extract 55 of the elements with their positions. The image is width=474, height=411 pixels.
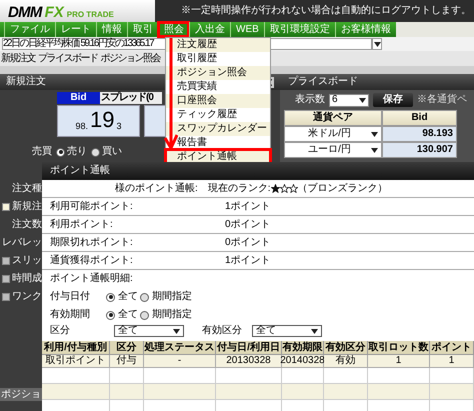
summary-label: 利用ポイント: <box>50 220 114 230</box>
summary-value: 0ポイント <box>225 220 271 230</box>
filter-label: 区分 <box>50 326 71 336</box>
rank-label: 現在のランク: <box>208 184 271 194</box>
table-cell: 1 <box>430 355 474 368</box>
field-label: 時間成 <box>12 274 42 284</box>
column-header: 有効区分 <box>324 341 368 355</box>
bid-cell: 98.193 <box>382 126 457 142</box>
column-header: ポイント <box>430 341 474 355</box>
detail-label: ポイント通帳明細: <box>50 274 133 284</box>
side-label: 売買 <box>32 147 52 157</box>
field-label: ワンク <box>12 292 42 302</box>
summary-label: 通貨獲得ポイント: <box>50 256 134 266</box>
logo-text: DMM <box>8 5 42 20</box>
summary-value: 1ポイント <box>225 202 271 212</box>
field-label: レバレッ <box>2 238 42 248</box>
display-count-label: 表示数 <box>295 95 325 105</box>
column-header: Bid <box>382 110 457 126</box>
field-label: スリッ <box>12 256 42 266</box>
table-cell: 20140328 <box>282 355 324 368</box>
rank-name: （ブロンズランク） <box>298 184 388 194</box>
column-header: 利用/付与種別 <box>42 341 110 355</box>
panel-title: 新規注文 <box>6 77 46 87</box>
owner-label: 様のポイント通帳: <box>115 184 198 194</box>
column-header: 通貨ペア <box>284 110 382 126</box>
spread-header: スプレッド(0 <box>100 92 162 104</box>
table-cell: 20130328 <box>216 355 282 368</box>
column-header: 付与日/利用日 <box>216 341 282 355</box>
filter-label: 付与日付 <box>50 292 91 302</box>
logout-notice: ※一定時間操作が行われない場合は自動的にログアウトします。 <box>181 6 471 16</box>
bid-cell: 130.907 <box>382 142 457 158</box>
filter-label: 有効区分 <box>201 326 243 336</box>
logo-subtitle: PRO TRADE <box>66 11 114 20</box>
summary-value: 0ポイント <box>225 238 271 248</box>
table-cell: 付与 <box>110 355 144 368</box>
table-cell: 有効 <box>324 355 368 368</box>
summary-label: 利用可能ポイント: <box>50 202 134 212</box>
board-note: ※各通貨ペ <box>417 95 467 105</box>
field-label: 注文種 <box>12 184 42 194</box>
bid-header: Bid <box>57 92 100 104</box>
table-cell: 1 <box>368 355 430 368</box>
panel-title: プライスボード <box>288 77 358 87</box>
column-header: 有効期限 <box>282 341 324 355</box>
summary-label: 期限切れポイント: <box>50 238 134 248</box>
dialog-title: ポイント通帳 <box>50 166 110 176</box>
column-header: 区分 <box>110 341 144 355</box>
column-header: 取引ロット数 <box>368 341 430 355</box>
logo-text: FX <box>44 5 64 20</box>
summary-value: 1ポイント <box>225 256 271 266</box>
table-cell: - <box>144 355 216 368</box>
column-header: 処理ステータス <box>144 341 216 355</box>
table-cell: 取引ポイント <box>42 355 110 368</box>
field-label: 注文数 <box>12 220 42 230</box>
field-label: 新規注 <box>12 202 42 212</box>
filter-label: 有効期間 <box>50 310 91 320</box>
